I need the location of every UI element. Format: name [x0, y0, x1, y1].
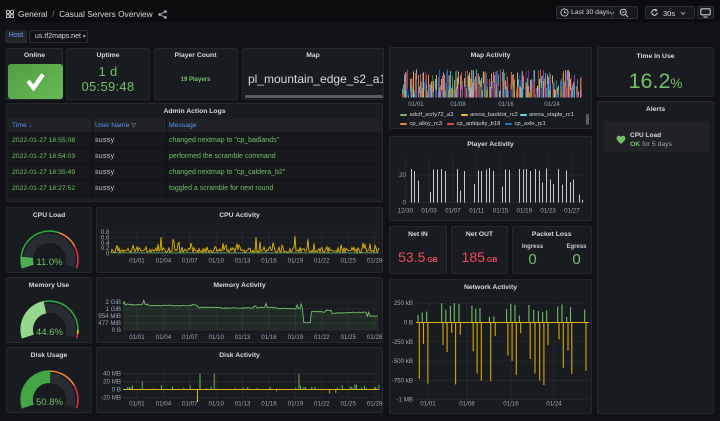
svg-text:0 B: 0 B [404, 320, 413, 327]
svg-text:44.6%: 44.6% [36, 327, 63, 338]
svg-text:01/01: 01/01 [129, 257, 145, 264]
svg-text:01/04: 01/04 [156, 401, 172, 408]
svg-text:01/28: 01/28 [367, 334, 383, 341]
svg-text:01/22: 01/22 [314, 401, 330, 408]
svg-text:250 kB: 250 kB [394, 300, 413, 307]
svg-text:01/16: 01/16 [261, 401, 277, 408]
svg-text:01/11: 01/11 [469, 208, 485, 215]
svg-text:20: 20 [399, 172, 406, 179]
svg-text:01/19: 01/19 [288, 334, 304, 341]
svg-text:01/24: 01/24 [546, 401, 562, 408]
svg-text:01/13: 01/13 [235, 334, 251, 341]
svg-text:0 B: 0 B [112, 327, 121, 334]
svg-text:01/10: 01/10 [208, 257, 224, 264]
svg-text:-750 kB: -750 kB [392, 377, 413, 384]
svg-text:01/16: 01/16 [261, 334, 277, 341]
svg-text:01/01: 01/01 [420, 401, 436, 408]
svg-text:0.8: 0.8 [101, 229, 110, 236]
svg-text:1 GiB: 1 GiB [106, 306, 121, 313]
svg-text:40 MB: 40 MB [103, 371, 121, 378]
svg-text:01/22: 01/22 [314, 334, 330, 341]
svg-text:2 GiB: 2 GiB [106, 299, 121, 306]
svg-text:01/13: 01/13 [235, 257, 251, 264]
svg-text:-20 MB: -20 MB [101, 395, 121, 402]
svg-text:11.0%: 11.0% [36, 257, 63, 268]
svg-text:01/04: 01/04 [156, 334, 172, 341]
svg-text:01/01: 01/01 [129, 334, 145, 341]
svg-text:01/15: 01/15 [493, 208, 509, 215]
svg-text:477 MiB: 477 MiB [98, 320, 121, 327]
svg-text:01/07: 01/07 [182, 401, 198, 408]
svg-text:01/01: 01/01 [129, 401, 145, 408]
svg-text:01/16: 01/16 [261, 257, 277, 264]
svg-text:01/19: 01/19 [288, 401, 304, 408]
svg-text:-500 kB: -500 kB [392, 358, 413, 365]
svg-text:12/30: 12/30 [398, 208, 414, 215]
svg-text:50.8%: 50.8% [36, 397, 63, 408]
svg-text:01/03: 01/03 [421, 208, 437, 215]
svg-text:01/10: 01/10 [208, 401, 224, 408]
svg-text:01/04: 01/04 [156, 257, 172, 264]
svg-text:01/27: 01/27 [564, 208, 580, 215]
svg-text:01/22: 01/22 [314, 257, 330, 264]
svg-text:01/08: 01/08 [459, 401, 475, 408]
svg-text:0 B: 0 B [112, 387, 121, 394]
svg-text:01/28: 01/28 [367, 257, 383, 264]
svg-text:20 MB: 20 MB [103, 379, 121, 386]
svg-text:01/13: 01/13 [235, 401, 251, 408]
svg-text:01/01: 01/01 [408, 101, 424, 108]
svg-text:01/28: 01/28 [367, 401, 383, 408]
svg-text:01/25: 01/25 [340, 257, 356, 264]
svg-text:01/08: 01/08 [450, 101, 466, 108]
svg-text:01/24: 01/24 [544, 101, 560, 108]
svg-text:-1 MB: -1 MB [396, 397, 413, 404]
svg-text:01/23: 01/23 [540, 208, 556, 215]
svg-text:01/19: 01/19 [288, 257, 304, 264]
svg-text:01/16: 01/16 [498, 101, 514, 108]
svg-text:-250 kB: -250 kB [392, 339, 413, 346]
svg-text:01/10: 01/10 [208, 334, 224, 341]
svg-text:01/19: 01/19 [517, 208, 533, 215]
svg-text:01/07: 01/07 [445, 208, 461, 215]
svg-text:954 MiB: 954 MiB [98, 313, 121, 320]
svg-text:01/25: 01/25 [340, 334, 356, 341]
svg-text:01/07: 01/07 [182, 257, 198, 264]
svg-text:01/25: 01/25 [340, 401, 356, 408]
svg-text:0: 0 [403, 200, 407, 207]
svg-text:01/07: 01/07 [182, 334, 198, 341]
svg-text:01/16: 01/16 [503, 401, 519, 408]
